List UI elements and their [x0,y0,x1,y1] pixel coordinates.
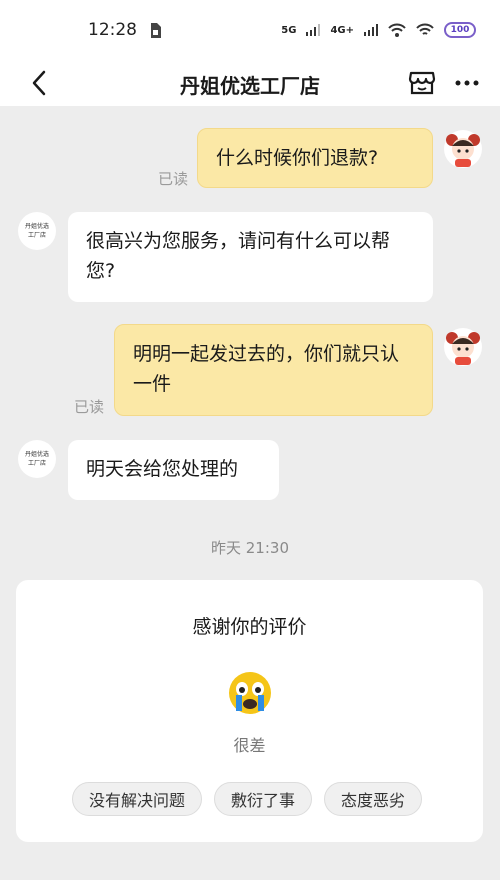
status-time: 12:28 [88,20,137,40]
hotspot-icon [388,23,406,37]
status-bar: 12:28 5G 4G+ 100 [0,0,500,60]
shop-avatar-line2: 工厂店 [27,460,46,467]
signal-icon-2 [364,24,378,36]
shop-avatar[interactable]: 丹姐优选 工厂店 [18,440,56,478]
review-tags: 没有解决问题 敷衍了事 态度恶劣 [72,782,423,816]
user-avatar-icon[interactable] [444,328,482,366]
store-icon [408,71,436,95]
network-5g-label: 5G [281,24,297,36]
sim-card-icon [151,22,161,38]
network-4g-label: 4G+ [330,24,354,36]
shop-avatar-line1: 丹姐优选 [24,223,49,230]
shop-avatar-line1: 丹姐优选 [24,451,49,458]
signal-icon [306,24,321,36]
user-avatar-icon[interactable] [444,130,482,168]
more-dots-icon [455,80,479,86]
message-bubble-outgoing[interactable]: 什么时候你们退款? [197,128,433,188]
battery-icon: 100 [444,22,476,38]
status-left: 12:28 [88,20,161,40]
status-right: 5G 4G+ 100 [281,22,476,38]
shop-avatar-line2: 工厂店 [27,232,46,239]
review-rating-label: 很差 [233,736,266,755]
message-bubble-incoming[interactable]: 很高兴为您服务，请问有什么可以帮您? [68,212,433,302]
review-tag[interactable]: 态度恶劣 [324,782,423,816]
message-bubble-outgoing[interactable]: 明明一起发过去的，你们就只认一件 [114,324,433,416]
shop-avatar[interactable]: 丹姐优选 工厂店 [18,212,56,250]
message-text: 很高兴为您服务，请问有什么可以帮您? [86,230,391,282]
read-status: 已读 [158,170,189,188]
more-button[interactable] [450,66,484,100]
message-text: 什么时候你们退款? [216,147,379,169]
review-title: 感谢你的评价 [192,616,307,638]
review-card: 感谢你的评价 很差 没有解决问题 敷衍了事 态度恶劣 [16,580,483,842]
timestamp: 昨天 21:30 [211,539,289,557]
review-tag[interactable]: 敷衍了事 [214,782,313,816]
read-status: 已读 [74,398,105,416]
chevron-left-icon [32,70,46,96]
message-bubble-incoming[interactable]: 明天会给您处理的 [68,440,279,500]
nav-bar: 丹姐优选工厂店 [0,60,500,106]
message-text: 明明一起发过去的，你们就只认一件 [133,343,400,395]
battery-level: 100 [450,25,470,35]
message-text: 明天会给您处理的 [86,458,239,480]
crying-face-icon[interactable] [227,670,273,716]
back-button[interactable] [22,66,56,100]
review-tag[interactable]: 没有解决问题 [72,782,203,816]
chat-area[interactable]: 已读 什么时候你们退款? 丹姐优选 工厂店 很高兴为您服务，请问有什么可以帮您?… [0,106,500,880]
wifi-icon [416,23,434,35]
shop-button[interactable] [405,66,439,100]
